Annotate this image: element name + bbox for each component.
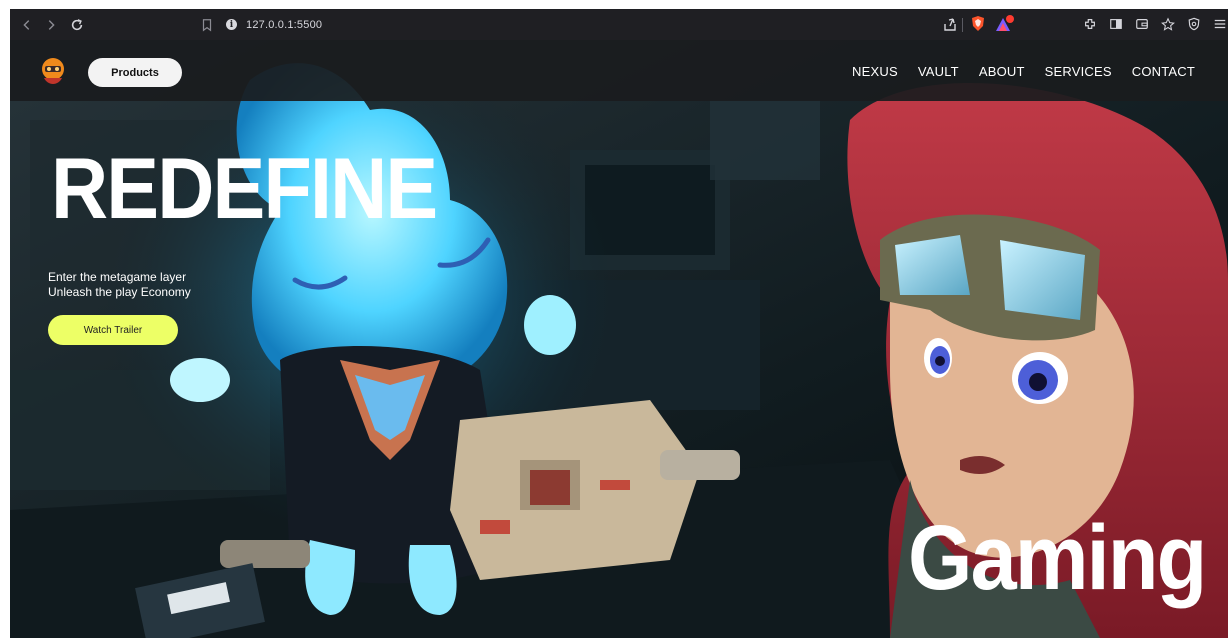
url-text[interactable]: 127.0.0.1:5500 bbox=[246, 19, 322, 31]
hero-corner-word: Gaming bbox=[908, 507, 1207, 609]
brave-shield-icon[interactable] bbox=[970, 15, 986, 38]
brave-rewards-icon[interactable] bbox=[994, 14, 1016, 39]
favorites-icon[interactable] bbox=[1160, 15, 1176, 33]
nav-link-services[interactable]: SERVICES bbox=[1045, 64, 1112, 79]
products-button[interactable]: Products bbox=[88, 58, 182, 87]
main-nav: NEXUS VAULT ABOUT SERVICES CONTACT bbox=[852, 64, 1195, 79]
watch-trailer-button[interactable]: Watch Trailer bbox=[48, 315, 178, 345]
nav-link-nexus[interactable]: NEXUS bbox=[852, 64, 898, 79]
extensions-icon[interactable] bbox=[1082, 15, 1098, 33]
nav-link-about[interactable]: ABOUT bbox=[979, 64, 1025, 79]
forward-icon[interactable] bbox=[40, 14, 62, 36]
address-bar[interactable]: i 127.0.0.1:5500 bbox=[226, 14, 926, 36]
tagline-line-1: Enter the metagame layer bbox=[48, 270, 187, 284]
vpn-icon[interactable] bbox=[1186, 15, 1202, 33]
wallet-icon[interactable] bbox=[1134, 15, 1150, 33]
share-icon[interactable] bbox=[942, 15, 958, 38]
page-viewport: Products NEXUS VAULT ABOUT SERVICES CONT… bbox=[10, 40, 1228, 638]
sidebar-icon[interactable] bbox=[1108, 15, 1124, 33]
menu-icon[interactable] bbox=[1212, 15, 1228, 33]
reload-icon[interactable] bbox=[66, 14, 88, 36]
nav-link-contact[interactable]: CONTACT bbox=[1132, 64, 1195, 79]
extensions-area bbox=[1082, 15, 1228, 33]
nav-link-vault[interactable]: VAULT bbox=[918, 64, 959, 79]
tagline-line-2: Unleash the play Economy bbox=[48, 285, 191, 299]
hero-tagline: Enter the metagame layer Unleash the pla… bbox=[48, 270, 191, 300]
logo[interactable] bbox=[40, 56, 66, 86]
browser-toolbar: i 127.0.0.1:5500 bbox=[10, 9, 1228, 40]
back-icon[interactable] bbox=[16, 14, 38, 36]
site-info-icon[interactable]: i bbox=[226, 19, 237, 30]
site-navbar: Products NEXUS VAULT ABOUT SERVICES CONT… bbox=[10, 40, 1228, 101]
bookmark-icon[interactable] bbox=[196, 14, 218, 36]
toolbar-divider bbox=[962, 18, 963, 32]
hero-title: REDEFINE bbox=[51, 141, 438, 237]
